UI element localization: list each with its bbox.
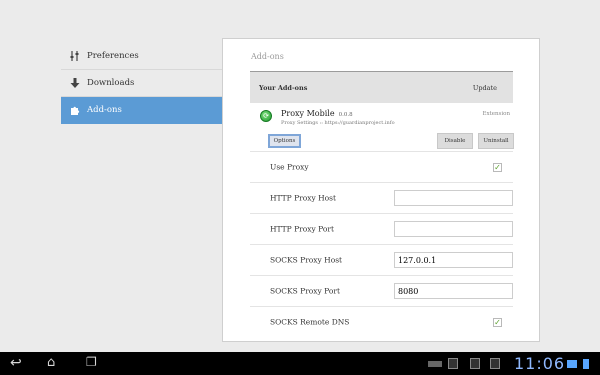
notification-icon[interactable]: [470, 358, 480, 369]
setting-label: SOCKS Proxy Port: [270, 286, 341, 296]
sidebar-item-preferences[interactable]: Preferences: [61, 43, 222, 70]
setting-label: HTTP Proxy Port: [270, 224, 334, 234]
sidebar: Preferences Downloads Add-ons: [61, 43, 222, 124]
disable-button[interactable]: Disable: [437, 133, 473, 149]
uninstall-button[interactable]: Uninstall: [478, 133, 514, 149]
system-bar: ↩ ⌂ ❐ 11:06: [0, 352, 600, 375]
setting-label: SOCKS Remote DNS: [270, 317, 350, 327]
addons-list-header: Your Add-ons Update: [250, 71, 513, 103]
socks-proxy-host-input[interactable]: [394, 252, 513, 268]
sidebar-item-label: Preferences: [87, 51, 139, 61]
proxy-mobile-icon: ⟳: [260, 110, 272, 122]
keyboard-icon: [428, 361, 442, 367]
wifi-icon: [567, 360, 577, 368]
setting-label: Use Proxy: [270, 162, 309, 172]
options-button[interactable]: Options: [268, 134, 301, 148]
setting-row-http-port: HTTP Proxy Port: [250, 213, 513, 244]
home-icon[interactable]: ⌂: [47, 355, 55, 370]
http-proxy-port-input[interactable]: [394, 221, 513, 237]
download-arrow-icon: [69, 77, 81, 89]
setting-row-socks-port: SOCKS Proxy Port: [250, 275, 513, 306]
addon-description: Proxy Settings :: https://guardianprojec…: [281, 120, 395, 126]
setting-label: HTTP Proxy Host: [270, 193, 337, 203]
clock[interactable]: 11:06: [514, 354, 565, 373]
http-proxy-host-input[interactable]: [394, 190, 513, 206]
setting-row-use-proxy: Use Proxy ✓: [250, 151, 513, 182]
sidebar-item-label: Add-ons: [87, 105, 122, 115]
addons-header-title: Your Add-ons: [259, 83, 308, 92]
addon-item: ⟳ Proxy Mobile 0.0.8 Proxy Settings :: ht…: [250, 103, 514, 151]
addon-name: Proxy Mobile 0.0.8: [281, 109, 353, 118]
puzzle-piece-icon: [69, 104, 81, 116]
sliders-icon: [69, 50, 81, 62]
panel-title: Add-ons: [251, 52, 284, 61]
socks-proxy-port-input[interactable]: [394, 283, 513, 299]
back-icon[interactable]: ↩: [10, 355, 22, 371]
recent-apps-icon[interactable]: ❐: [86, 355, 97, 369]
battery-icon: [583, 359, 589, 369]
setting-row-socks-host: SOCKS Proxy Host: [250, 244, 513, 275]
use-proxy-checkbox[interactable]: ✓: [493, 163, 502, 172]
socks-remote-dns-checkbox[interactable]: ✓: [493, 318, 502, 327]
setting-label: SOCKS Proxy Host: [270, 255, 343, 265]
addon-name-text: Proxy Mobile: [281, 109, 335, 118]
addons-panel: Add-ons Your Add-ons Update ⟳ Proxy Mobi…: [222, 38, 540, 342]
setting-row-http-host: HTTP Proxy Host: [250, 182, 513, 213]
addon-type: Extension: [482, 111, 510, 117]
sidebar-item-addons[interactable]: Add-ons: [61, 97, 222, 124]
sidebar-item-label: Downloads: [87, 78, 135, 88]
notification-icon[interactable]: [490, 358, 500, 369]
notification-icon[interactable]: [448, 358, 458, 369]
sidebar-item-downloads[interactable]: Downloads: [61, 70, 222, 97]
addon-version: 0.0.8: [338, 112, 353, 118]
setting-row-socks-dns: SOCKS Remote DNS ✓: [250, 306, 513, 337]
update-button[interactable]: Update: [473, 84, 497, 92]
